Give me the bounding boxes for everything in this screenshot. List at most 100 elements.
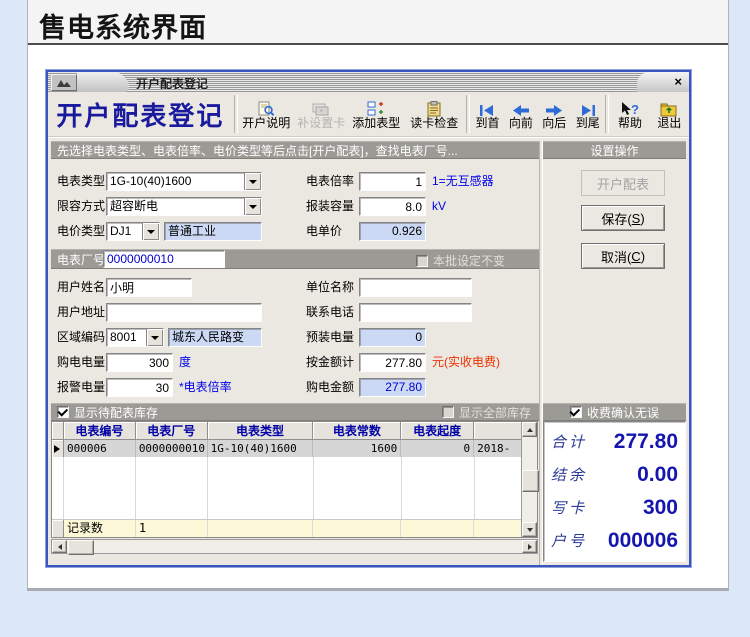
buy-qty-input[interactable]: [106, 353, 173, 372]
region-name-field: 城东人民路变: [168, 328, 262, 347]
cell-start: 0: [401, 440, 474, 457]
table-row[interactable]: 000006 0000000010 1G-10(40)1600 1600 0 2…: [52, 440, 521, 457]
toolbar-button-open-help[interactable]: 开户说明: [239, 92, 294, 136]
factory-no-label: 电表厂号: [51, 251, 105, 268]
user-addr-input[interactable]: [106, 303, 262, 322]
scroll-right-button[interactable]: [522, 540, 537, 553]
hint-text: 先选择电表类型、电表倍率、电价类型等后点击[开户配表]，查找电表厂号...: [51, 142, 458, 159]
svg-text:?: ?: [631, 102, 639, 117]
toolbar-button-last[interactable]: 到尾: [571, 92, 604, 136]
toolbar-button-card-check[interactable]: 读卡检查: [404, 92, 465, 136]
unit-price-label: 电单价: [306, 222, 342, 241]
unit-price-field: 0.926: [359, 222, 426, 241]
toolbar-button-add-meter-type[interactable]: 添加表型: [349, 92, 404, 136]
scroll-down-button[interactable]: [522, 522, 537, 537]
save-label-post: ): [640, 211, 644, 226]
toolbar-button-first[interactable]: 到首: [471, 92, 504, 136]
record-count-value: 1: [136, 520, 208, 537]
checkbox-box[interactable]: [416, 255, 428, 267]
table-vertical-scrollbar[interactable]: [521, 422, 537, 537]
alarm-qty-input[interactable]: [106, 378, 173, 397]
summary-panel: 合计 277.80 结余 0.00 写卡 300 户号 000006: [543, 421, 686, 562]
table-footer-row: 记录数 1: [52, 519, 521, 537]
factory-no-input[interactable]: [103, 250, 225, 268]
toolbar-button-prev[interactable]: 向前: [504, 92, 537, 136]
save-label-key: S: [632, 211, 641, 226]
meter-type-label: 电表类型: [57, 172, 105, 191]
table-header-meter-type[interactable]: 电表类型: [208, 422, 314, 440]
cell-factory-no: 0000000010: [136, 440, 208, 457]
limit-mode-select[interactable]: 超容断电: [106, 197, 262, 216]
checkbox-box[interactable]: [57, 406, 69, 418]
capacity-label: 报装容量: [306, 197, 354, 216]
add-table-icon: [367, 99, 385, 117]
buy-amount-field: 277.80: [359, 378, 426, 397]
table-header-constant[interactable]: 电表常数: [313, 422, 401, 440]
toolbar-button-next[interactable]: 向后: [538, 92, 571, 136]
window-titlebar: 开户配表登记 ×: [48, 72, 689, 92]
meter-rate-note: 1=无互感器: [432, 172, 494, 191]
chevron-down-icon[interactable]: [146, 329, 163, 346]
row-selector-icon: [52, 440, 64, 457]
show-all-checkbox[interactable]: 显示全部库存: [442, 404, 531, 421]
limit-mode-value: 超容断电: [110, 198, 158, 215]
open-meter-button: 开户配表: [581, 170, 665, 196]
toolbar-separator: [466, 95, 470, 133]
chevron-down-icon[interactable]: [142, 223, 159, 240]
org-name-input[interactable]: [359, 278, 472, 297]
checkbox-box[interactable]: [442, 406, 454, 418]
toolbar-separator: [234, 95, 238, 133]
show-pending-checkbox[interactable]: 显示待配表库存: [57, 404, 158, 421]
chevron-down-icon[interactable]: [244, 173, 261, 190]
table-header-row: 电表编号 电表厂号 电表类型 电表常数 电表起度: [52, 422, 521, 440]
hint-bar: 先选择电表类型、电表倍率、电价类型等后点击[开户配表]，查找电表厂号...: [51, 141, 539, 159]
table-header-meter-no[interactable]: 电表编号: [64, 422, 136, 440]
balance-label: 结余: [551, 464, 587, 485]
scroll-up-button[interactable]: [522, 422, 537, 437]
toolbar-button-label: 向前: [509, 117, 533, 130]
scroll-left-button[interactable]: [52, 540, 67, 553]
vertical-scroll-thumb[interactable]: [522, 470, 539, 492]
svg-text:*: *: [320, 109, 323, 116]
clipboard-icon: [426, 99, 442, 117]
save-button[interactable]: 保存(S): [581, 205, 665, 231]
phone-input[interactable]: [359, 303, 472, 322]
table-header-start[interactable]: 电表起度: [401, 422, 474, 440]
price-type-name-field: 普通工业: [164, 222, 262, 241]
save-label-pre: 保存(: [601, 209, 631, 228]
chevron-down-icon[interactable]: [244, 198, 261, 215]
cell-meter-no: 000006: [64, 440, 136, 457]
close-icon[interactable]: ×: [674, 74, 682, 90]
region-select[interactable]: 8001: [106, 328, 164, 347]
arrow-last-icon: [578, 99, 598, 117]
phone-label: 联系电话: [306, 303, 354, 322]
price-type-select[interactable]: DJ1: [106, 222, 160, 241]
cancel-button[interactable]: 取消(C): [581, 243, 665, 269]
toolbar-button-label: 到尾: [576, 117, 600, 130]
cancel-label-pre: 取消(: [601, 247, 631, 266]
meter-type-select[interactable]: 1G-10(40)1600: [106, 172, 262, 191]
user-name-input[interactable]: [106, 278, 192, 297]
account-no-value: 000006: [608, 529, 678, 553]
page-title: 售电系统界面: [39, 6, 207, 45]
stock-bar: 显示待配表库存 显示全部库存: [51, 403, 539, 421]
region-label: 区域编码: [57, 328, 105, 347]
checkbox-box[interactable]: [570, 406, 582, 418]
toolbar-button-label: 开户说明: [242, 117, 290, 130]
fee-confirm-checkbox[interactable]: 收费确认无误: [570, 404, 659, 421]
write-card-value: 300: [643, 496, 678, 520]
batch-fixed-checkbox[interactable]: 本批设定不变: [416, 252, 505, 269]
table-horizontal-scrollbar[interactable]: [51, 539, 538, 554]
alarm-qty-note: *电表倍率: [179, 378, 232, 397]
toolbar-button-exit[interactable]: 退出: [650, 92, 689, 136]
batch-fixed-label: 本批设定不变: [433, 252, 505, 269]
meter-rate-input[interactable]: [359, 172, 426, 191]
horizontal-scroll-thumb[interactable]: [68, 540, 94, 555]
total-value: 277.80: [614, 430, 678, 454]
cell-date: 2018-: [474, 440, 521, 457]
region-code: 8001: [110, 329, 137, 346]
by-amount-input[interactable]: [359, 353, 426, 372]
table-header-factory-no[interactable]: 电表厂号: [136, 422, 208, 440]
capacity-input[interactable]: [359, 197, 426, 216]
toolbar-button-help[interactable]: ? 帮助: [610, 92, 649, 136]
